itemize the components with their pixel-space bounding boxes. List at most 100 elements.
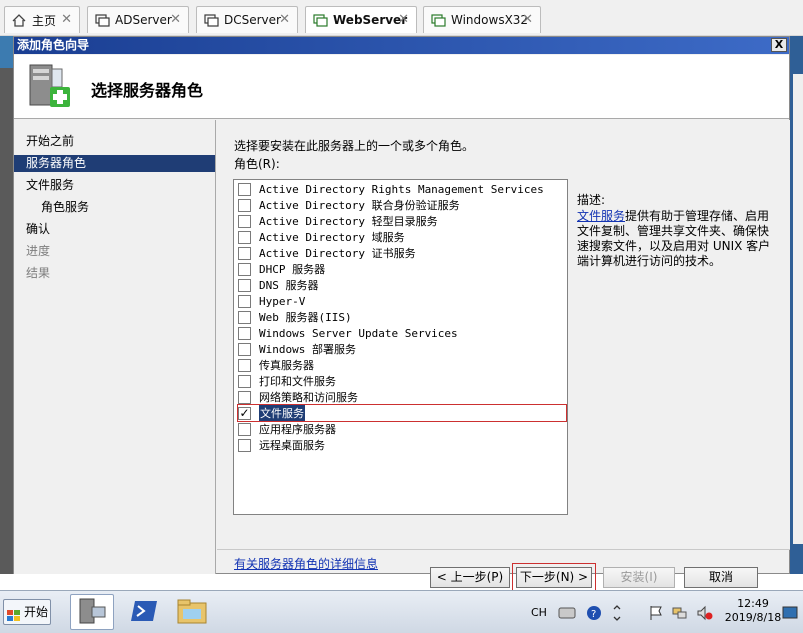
role-checkbox[interactable] [238,422,251,436]
role-checkbox[interactable] [238,214,251,228]
role-item[interactable]: 网络策略和访问服务 [238,389,566,405]
role-item[interactable]: DNS 服务器 [238,277,566,293]
wizard-title-bar[interactable]: 添加角色向导 X [14,37,789,54]
role-item[interactable]: 打印和文件服务 [238,373,566,389]
role-checkbox[interactable] [238,262,251,276]
close-icon[interactable]: ✕ [61,12,72,27]
tab-adserver[interactable]: ADServer ✕ [87,6,189,33]
help-icon[interactable]: ? [586,591,602,633]
system-clock[interactable]: 12:49 2019/8/18 [718,597,788,625]
close-icon[interactable]: ✕ [398,12,409,27]
role-checkbox[interactable] [238,374,251,388]
step-file-services[interactable]: 文件服务 [14,177,215,194]
clock-time: 12:49 [737,597,769,610]
network-icon[interactable] [672,591,688,633]
taskbar-explorer[interactable] [170,594,214,630]
close-icon[interactable]: ✕ [170,12,181,27]
language-label: CH [531,606,547,619]
step-server-roles[interactable]: 服务器角色 [14,155,215,172]
start-label: 开始 [24,605,49,619]
role-item[interactable]: Windows 部署服务 [238,341,566,357]
close-icon[interactable]: ✕ [279,12,290,27]
role-label: Windows 部署服务 [259,343,356,356]
role-label: 远程桌面服务 [259,439,325,452]
start-button[interactable]: 开始 [3,599,51,625]
vm-icon [94,13,110,27]
tab-dcserver[interactable]: DCServer ✕ [196,6,298,33]
role-item[interactable]: 远程桌面服务 [238,437,566,453]
role-item[interactable]: Active Directory 联合身份验证服务 [238,197,566,213]
role-item[interactable]: Active Directory 轻型目录服务 [238,213,566,229]
role-checkbox[interactable] [238,294,251,308]
role-item[interactable]: Active Directory 证书服务 [238,245,566,261]
role-checkbox[interactable] [238,182,251,196]
svg-text:?: ? [591,609,596,620]
install-button: 安装(I) [603,567,675,588]
role-item-selected[interactable]: ✓ 文件服务 [237,404,567,422]
back-button[interactable]: < 上一步(P) [430,567,510,588]
taskbar-server-manager[interactable] [70,594,114,630]
description-label: 描述: [577,193,606,207]
vm-tab-bar: 主页 ✕ ADServer ✕ DCServer ✕ WebServer ✕ W… [0,0,803,36]
volume-muted-icon[interactable] [696,591,714,633]
tab-label: DCServer [224,13,281,27]
taskbar: 开始 CH ? 12:49 2019/8/18 [0,590,803,633]
role-item[interactable]: 传真服务器 [238,357,566,373]
instruction-text: 选择要安装在此服务器上的一个或多个角色。 [234,139,475,153]
role-checkbox[interactable] [238,358,251,372]
taskbar-powershell[interactable] [122,594,166,630]
roles-list[interactable]: Active Directory Rights Management Servi… [233,179,568,515]
tab-label: 主页 [32,13,57,28]
language-indicator[interactable]: CH [531,591,547,633]
step-results: 结果 [26,266,51,280]
role-checkbox[interactable] [238,310,251,324]
roles-label: 角色(R): [234,157,280,171]
show-desktop-icon[interactable] [782,591,798,633]
role-label: Active Directory 域服务 [259,231,405,244]
step-before-you-begin[interactable]: 开始之前 [14,133,215,150]
tab-label: WebServer [333,13,408,27]
close-button[interactable]: X [771,38,787,52]
tab-label: ADServer [115,13,172,27]
close-icon[interactable]: ✕ [522,12,533,27]
role-item[interactable]: Windows Server Update Services [238,325,566,341]
flag-icon[interactable] [648,591,664,633]
role-checkbox[interactable] [238,246,251,260]
folder-icon [176,597,208,628]
vmware-window: 主页 ✕ ADServer ✕ DCServer ✕ WebServer ✕ W… [0,0,803,633]
powershell-icon [130,599,158,626]
role-label: DHCP 服务器 [259,263,326,276]
description-link[interactable]: 文件服务 [577,209,625,223]
tab-home[interactable]: 主页 ✕ [4,6,80,33]
role-item[interactable]: Hyper-V [238,293,566,309]
role-item[interactable]: DHCP 服务器 [238,261,566,277]
role-checkbox[interactable] [238,326,251,340]
role-checkbox[interactable] [238,278,251,292]
tab-windowsx32[interactable]: WindowsX32 ✕ [423,6,541,33]
role-item[interactable]: 应用程序服务器 [238,421,566,437]
more-info-link[interactable]: 有关服务器角色的详细信息 [234,555,378,572]
description-text: 文件服务提供有助于管理存储、启用文件复制、管理共享文件夹、确保快速搜索文件，以及… [577,209,777,269]
show-hidden-icons[interactable] [612,591,622,633]
next-button[interactable]: 下一步(N) > [512,563,596,592]
step-role-services[interactable]: 角色服务 [14,199,215,216]
step-confirmation[interactable]: 确认 [14,221,215,238]
role-item[interactable]: Web 服务器(IIS) [238,309,566,325]
role-label: Windows Server Update Services [259,326,458,340]
role-checkbox[interactable] [238,230,251,244]
role-checkbox[interactable] [238,198,251,212]
role-item[interactable]: Active Directory Rights Management Servi… [238,181,566,197]
role-label: 应用程序服务器 [259,423,336,436]
role-label: Active Directory 轻型目录服务 [259,215,438,228]
cancel-button[interactable]: 取消 [684,567,758,588]
keyboard-icon[interactable] [558,591,576,633]
wizard-title: 添加角色向导 [17,38,90,52]
role-checkbox[interactable] [238,390,251,404]
desktop-background-left [0,36,13,574]
role-checkbox[interactable] [238,438,251,452]
role-item[interactable]: Active Directory 域服务 [238,229,566,245]
role-checkbox-checked[interactable]: ✓ [238,406,251,420]
role-checkbox[interactable] [238,342,251,356]
tab-webserver[interactable]: WebServer ✕ [305,6,417,33]
role-label: 传真服务器 [259,359,314,372]
